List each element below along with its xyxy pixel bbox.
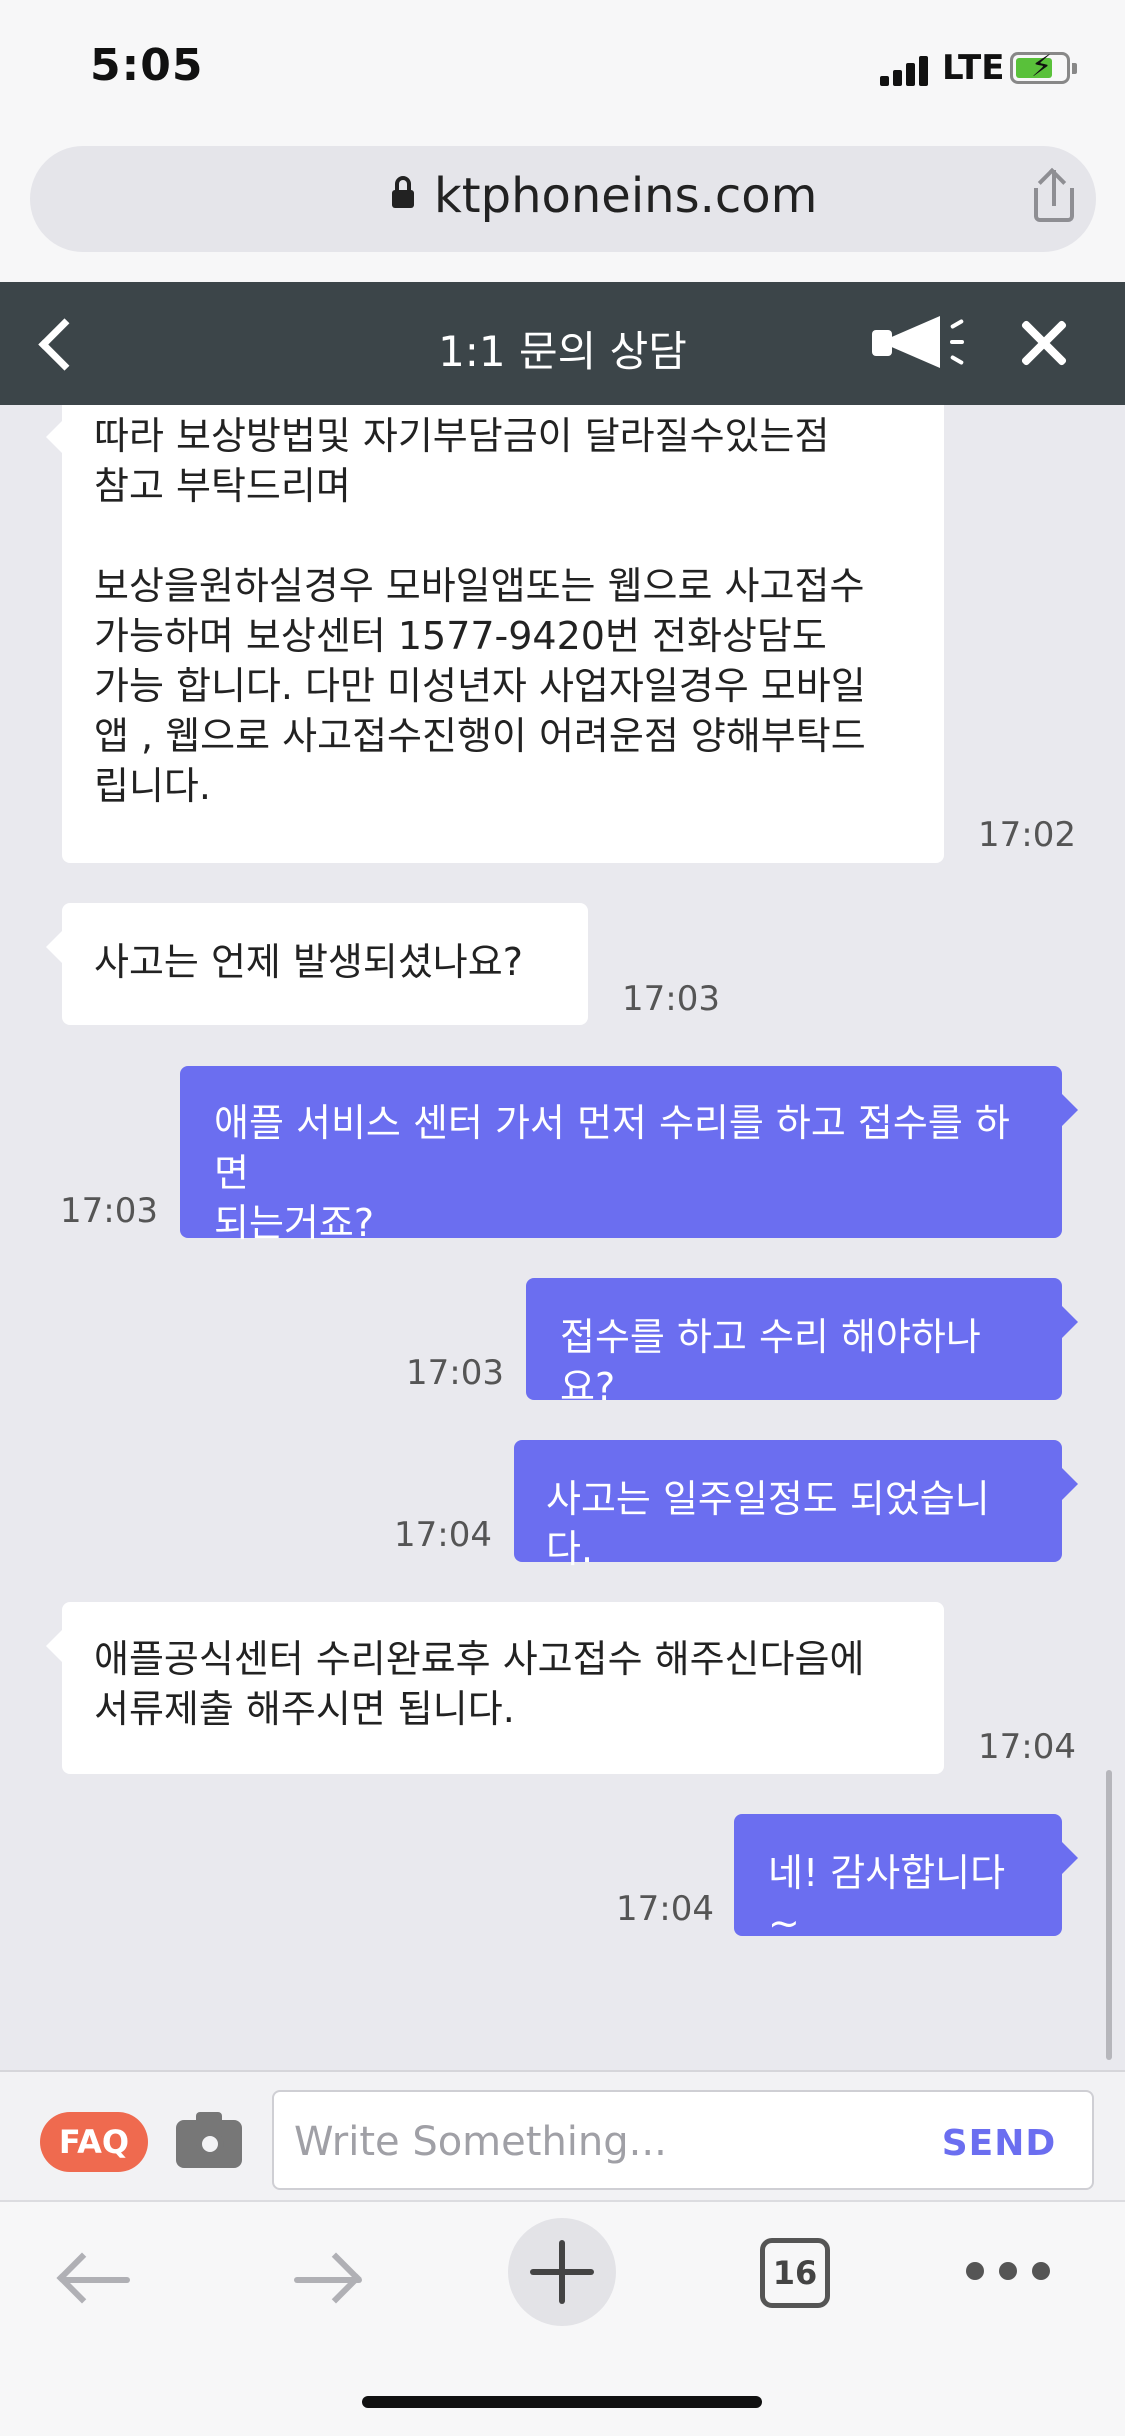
forward-arrow-icon[interactable] bbox=[288, 2250, 368, 2310]
home-indicator bbox=[362, 2396, 762, 2408]
back-arrow-icon[interactable] bbox=[56, 2250, 136, 2310]
share-icon[interactable] bbox=[1030, 167, 1078, 226]
tabs-count-button[interactable]: 16 bbox=[760, 2238, 830, 2308]
message-user: 접수를 하고 수리 해야하나요? bbox=[526, 1278, 1078, 1409]
message-time: 17:03 bbox=[60, 1191, 158, 1231]
more-dots-icon[interactable] bbox=[966, 2262, 1050, 2282]
megaphone-icon[interactable] bbox=[872, 308, 972, 378]
status-bar: 5:05 LTE ⚡ bbox=[0, 0, 1125, 140]
message-time: 17:02 bbox=[978, 815, 1076, 855]
message-input[interactable] bbox=[294, 2112, 894, 2172]
close-icon[interactable] bbox=[1014, 312, 1074, 372]
battery-icon: ⚡ bbox=[1010, 49, 1077, 84]
new-tab-plus-icon[interactable] bbox=[508, 2218, 616, 2326]
message-field: SEND bbox=[272, 2090, 1094, 2190]
url-text[interactable]: ktphoneins.com bbox=[434, 168, 817, 224]
message-agent: 애플공식센터 수리완료후 사고접수 해주신다음에 서류제출 해주시면 됩니다. bbox=[46, 1602, 944, 1774]
chat-header: 1:1 문의 상담 bbox=[0, 282, 1125, 405]
faq-button[interactable]: FAQ bbox=[40, 2112, 148, 2172]
message-time: 17:04 bbox=[978, 1727, 1076, 1767]
status-time: 5:05 bbox=[90, 40, 204, 91]
network-label: LTE bbox=[942, 48, 1005, 88]
message-user: 사고는 일주일정도 되었습니다. bbox=[514, 1440, 1078, 1571]
message-time: 17:04 bbox=[616, 1889, 714, 1929]
address-bar[interactable]: ktphoneins.com bbox=[30, 146, 1096, 252]
lock-icon bbox=[392, 176, 414, 208]
message-time: 17:04 bbox=[394, 1515, 492, 1555]
chat-messages[interactable]: 따라 보상방법및 자기부담금이 달라질수있는점 참고 부탁드리며 보상을원하실경… bbox=[0, 405, 1125, 2070]
message-agent: 사고는 언제 발생되셨나요? bbox=[46, 903, 588, 1025]
message-input-bar: FAQ SEND bbox=[0, 2070, 1125, 2200]
message-time: 17:03 bbox=[622, 979, 720, 1019]
message-user: 네! 감사합니다~ bbox=[734, 1814, 1078, 1945]
signal-icon bbox=[880, 54, 932, 86]
camera-icon[interactable] bbox=[176, 2112, 242, 2168]
message-agent: 따라 보상방법및 자기부담금이 달라질수있는점 참고 부탁드리며 보상을원하실경… bbox=[46, 405, 944, 863]
scrollbar[interactable] bbox=[1106, 1770, 1112, 2060]
send-button[interactable]: SEND bbox=[924, 2118, 1074, 2168]
message-time: 17:03 bbox=[406, 1353, 504, 1393]
message-user: 애플 서비스 센터 가서 먼저 수리를 하고 접수를 하면 되는거죠? bbox=[180, 1066, 1078, 1245]
